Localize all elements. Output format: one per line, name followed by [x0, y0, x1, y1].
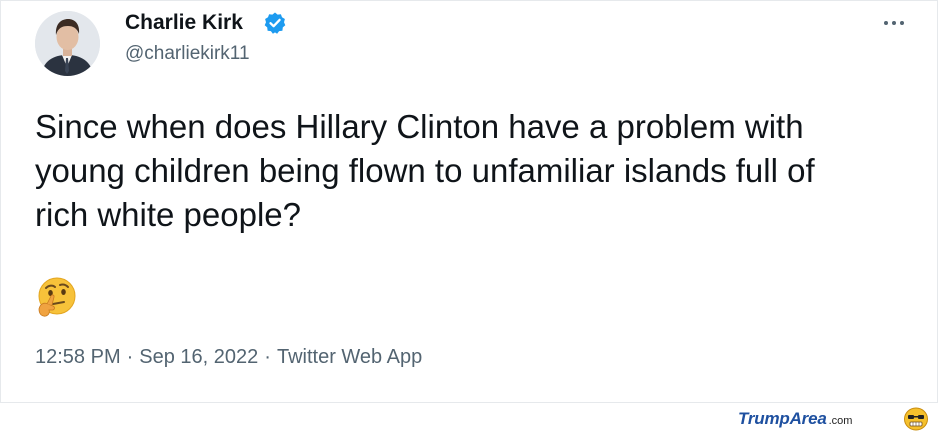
tweet-text: Since when does Hillary Clinton have a p…: [35, 105, 915, 237]
watermark-main: TrumpArea: [738, 409, 827, 428]
watermark: TrumpArea .com: [738, 409, 852, 429]
verified-badge-icon: [264, 12, 286, 34]
tweet-source-app[interactable]: Twitter Web App: [277, 346, 422, 368]
author-handle[interactable]: @charliekirk11: [125, 43, 250, 65]
meta-separator: ·: [264, 346, 271, 368]
avatar-image: [35, 11, 100, 76]
tweet-date[interactable]: Sep 16, 2022: [139, 346, 258, 368]
tweet-text-line: young children being flown to unfamiliar…: [35, 152, 815, 189]
tweet-text-line: rich white people?: [35, 196, 301, 233]
more-dot: [900, 21, 904, 25]
tweet-card: Charlie Kirk @charliekirk11 Since when d…: [0, 0, 938, 403]
watermark-face-icon: [904, 407, 928, 431]
avatar[interactable]: [35, 11, 100, 76]
tweet-meta: 12:58 PM · Sep 16, 2022 · Twitter Web App: [35, 346, 422, 369]
thinking-face-icon: [38, 277, 76, 317]
author-name[interactable]: Charlie Kirk: [125, 11, 243, 35]
meta-separator: ·: [126, 346, 134, 368]
more-dot: [892, 21, 896, 25]
more-dot: [884, 21, 888, 25]
tweet-time[interactable]: 12:58 PM: [35, 346, 121, 368]
more-options-icon[interactable]: [878, 11, 910, 35]
tweet-text-line: Since when does Hillary Clinton have a p…: [35, 108, 804, 145]
watermark-suffix: .com: [828, 415, 853, 427]
